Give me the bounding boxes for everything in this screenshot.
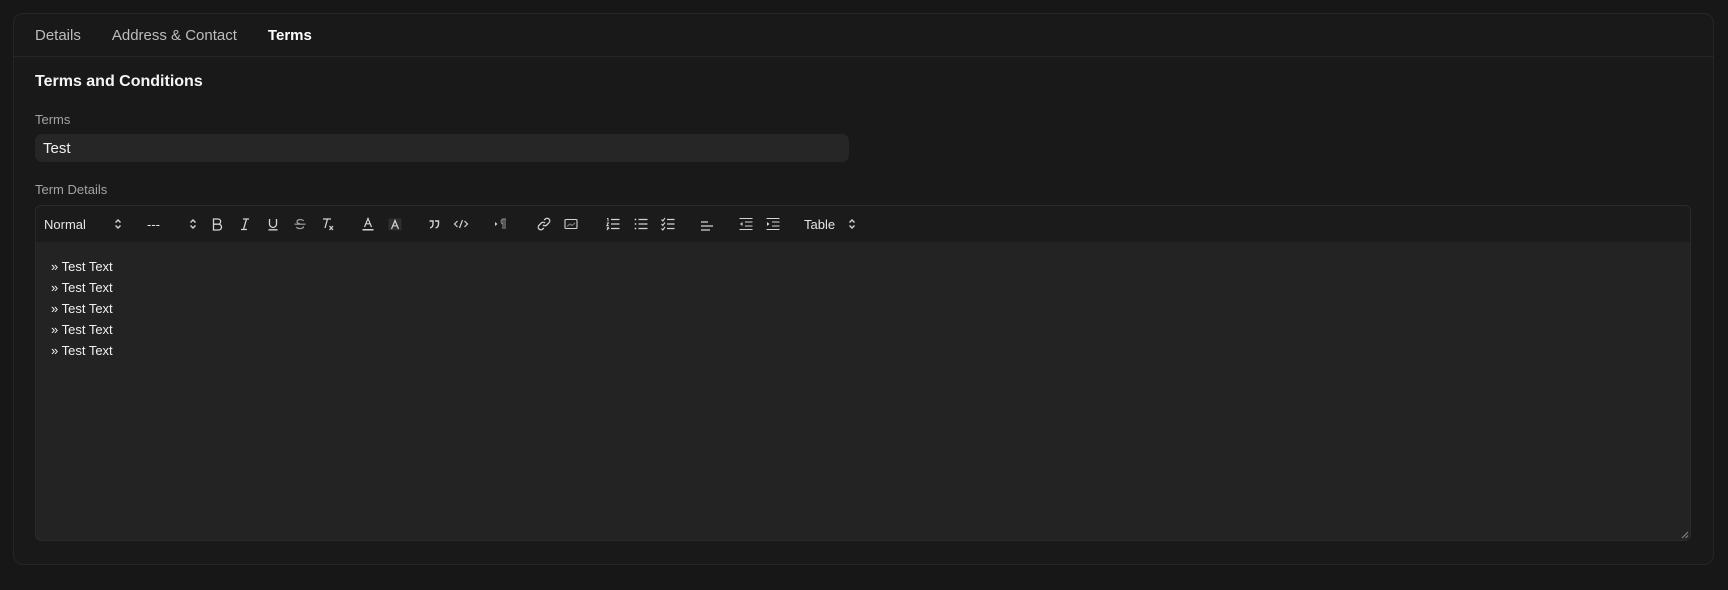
image-button[interactable]	[560, 206, 582, 242]
editor-line: » Test Text	[51, 343, 113, 358]
bold-button[interactable]	[206, 206, 228, 242]
bullet-list-icon	[634, 218, 648, 230]
underline-button[interactable]	[262, 206, 284, 242]
tab-terms[interactable]: Terms	[268, 27, 312, 44]
size-select-label: ---	[147, 216, 160, 232]
chevron-updown-icon	[190, 219, 196, 229]
strikethrough-button[interactable]	[289, 206, 311, 242]
ordered-list-icon	[605, 218, 620, 231]
code-block-icon	[453, 219, 469, 229]
indent-icon	[766, 217, 780, 231]
text-direction-icon	[495, 218, 506, 229]
check-list-icon	[661, 217, 675, 231]
strikethrough-icon	[294, 219, 306, 230]
editor-toolbar: Normal --- Table	[36, 206, 1690, 242]
outdent-button[interactable]	[735, 206, 757, 242]
text-direction-button[interactable]	[490, 206, 512, 242]
link-icon	[537, 217, 551, 231]
font-color-button[interactable]	[357, 206, 379, 242]
section-title: Terms and Conditions	[35, 73, 203, 90]
resize-handle-icon[interactable]	[1681, 531, 1689, 539]
table-select-label: Table	[804, 216, 836, 232]
font-color-icon	[362, 216, 374, 231]
code-block-button[interactable]	[450, 206, 472, 242]
table-select[interactable]: Table	[804, 206, 856, 242]
image-icon	[564, 218, 578, 230]
bullet-list-button[interactable]	[630, 206, 652, 242]
term-details-label: Term Details	[35, 182, 108, 197]
editor-line: » Test Text	[51, 259, 113, 274]
blockquote-button[interactable]	[423, 206, 445, 242]
format-select[interactable]: Normal	[44, 206, 122, 242]
outdent-icon	[739, 217, 753, 231]
indent-button[interactable]	[762, 206, 784, 242]
editor-line: » Test Text	[51, 322, 113, 337]
size-select[interactable]: ---	[147, 206, 197, 242]
editor-line: » Test Text	[51, 301, 113, 316]
link-button[interactable]	[533, 206, 555, 242]
editor-content[interactable]: » Test Text » Test Text » Test Text » Te…	[36, 242, 1690, 361]
terms-card: Details Address & Contact Terms Terms an…	[13, 13, 1714, 565]
rich-text-editor: Normal --- Table » Test Text » Test Text…	[35, 205, 1691, 541]
ordered-list-button[interactable]	[602, 206, 624, 242]
editor-line: » Test Text	[51, 280, 113, 295]
terms-label: Terms	[35, 112, 71, 127]
clear-format-icon	[323, 218, 334, 231]
check-list-button[interactable]	[657, 206, 679, 242]
blockquote-icon	[429, 220, 440, 229]
underline-icon	[268, 219, 278, 231]
background-color-icon	[388, 218, 402, 231]
chevron-updown-icon	[849, 219, 855, 229]
tab-address-contact[interactable]: Address & Contact	[112, 27, 237, 44]
format-select-label: Normal	[44, 216, 86, 232]
clear-format-button[interactable]	[317, 206, 339, 242]
bold-icon	[212, 218, 223, 231]
tab-bar: Details Address & Contact Terms	[14, 14, 1713, 57]
terms-input[interactable]	[35, 134, 849, 162]
italic-icon	[241, 218, 249, 231]
tab-details[interactable]: Details	[35, 27, 81, 44]
align-icon	[701, 221, 713, 231]
align-button[interactable]	[696, 206, 718, 242]
background-color-button[interactable]	[384, 206, 406, 242]
italic-button[interactable]	[234, 206, 256, 242]
chevron-updown-icon	[115, 219, 121, 229]
